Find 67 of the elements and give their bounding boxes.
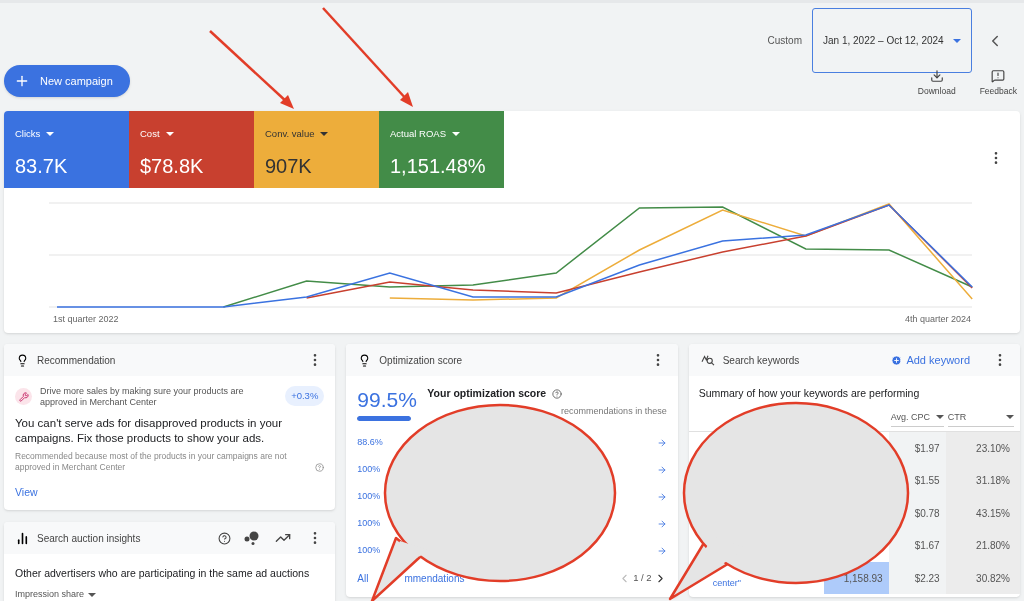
card-title: Search auction insights [37,531,142,546]
campaign-score: 100% [357,462,381,476]
bubbles-icon[interactable] [243,531,260,545]
caret-icon [46,132,55,137]
metric-tile[interactable]: Actual ROAS 1,151.48% [379,111,504,188]
campaign-score: 100% [357,543,381,557]
view-link[interactable]: View [15,485,38,501]
column-header[interactable]: Avg. CPC [890,408,944,427]
table-cell: 21.80% [945,529,1020,562]
table-cell: $2.23 [888,561,946,595]
link-text-fragment[interactable]: mmendations [404,571,465,586]
card-title: Recommendation [37,353,117,368]
arrow-right-icon[interactable] [656,518,667,529]
keyword-text[interactable]: center" [712,576,741,591]
recommendation-tip: Drive more sales by making sure your products are approved in Merchant Center [40,386,245,408]
campaign-score: 100% [357,489,381,503]
metric-tile[interactable]: Clicks 83.7K [4,111,129,188]
help-icon[interactable] [218,531,232,545]
caret-icon [88,592,97,597]
table-cell: 31.18% [945,464,1020,497]
new-campaign-button[interactable]: New campaign [4,65,130,97]
table-cell: 43.15% [945,496,1020,530]
recommendation-reason: Recommended because most of the products in your campaigns are not approved in Merchant Center [15,451,288,473]
wrench-icon [15,388,32,405]
metric-tile[interactable]: Conv. value 907K [254,111,379,188]
date-range-dropdown[interactable]: Jan 1, 2022 – Oct 12, 2024 [812,8,972,73]
arrow-right-icon[interactable] [656,545,667,556]
help-icon [552,388,563,399]
table-cell: 23.10% [945,431,1020,465]
impression-share-dropdown[interactable]: Impression share [15,587,97,601]
score-heading: Your optimization score [427,386,547,401]
keywords-summary: Summary of how your keywords are performing [697,386,921,401]
auction-subtitle: Other advertisers who are participating in the same ad auctions [15,566,311,581]
plus-icon [14,73,30,89]
caret-icon [953,38,961,43]
recommendation-headline: You can't serve ads for disapproved products in your campaigns. Fix those products to show your ads. [15,416,284,446]
caret-icon [320,132,329,137]
table-cell: $1.67 [888,529,946,562]
arrow-right-icon[interactable] [656,437,667,448]
axis-label: 1st quarter 2022 [53,313,119,326]
metric-tile[interactable]: Cost $78.8K [129,111,254,188]
page-indicator: 1 / 2 [633,571,652,586]
feedback-icon [991,69,1006,83]
campaign-score: 88.6% [357,435,383,449]
download-icon [929,69,944,83]
campaign-score: 100% [357,516,381,530]
arrow-right-icon[interactable] [656,491,667,502]
axis-label: 4th quarter 2024 [904,313,971,326]
keyword-search-icon [700,354,715,366]
caret-icon [1005,415,1014,420]
recommendations-link[interactable]: All [357,571,369,586]
feedback-button[interactable]: Feedback [979,69,1017,98]
plus-circle-icon [891,354,903,366]
caret-icon [935,415,944,420]
add-keyword-button[interactable]: Add keyword [891,351,970,369]
date-range-label: Custom [767,34,802,48]
column-header[interactable]: CTR [947,408,1014,427]
bar-chart-icon [16,531,29,545]
caret-icon [451,132,460,137]
caret-icon [165,132,174,137]
arrow-right-icon[interactable] [656,464,667,475]
card-title: Search keywords [722,353,801,368]
impact-badge: +0.3% [285,386,325,407]
lightbulb-icon [16,353,29,367]
score-description: recommendations in these [561,404,667,418]
table-cell: 30.82% [945,561,1020,595]
card-title: Optimization score [379,353,464,368]
